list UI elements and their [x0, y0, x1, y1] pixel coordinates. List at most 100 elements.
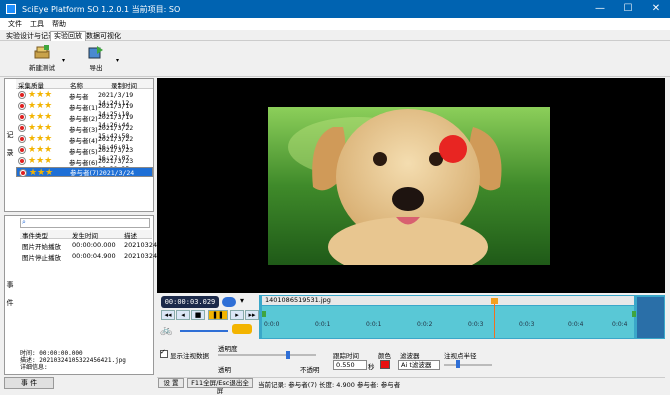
new-test-icon: [34, 45, 50, 59]
timeline-tick: 0:0:2: [417, 321, 433, 328]
follow-time-input[interactable]: 0.550: [333, 360, 367, 370]
quality-stars-icon: ★★★: [28, 90, 53, 100]
timeline-tick: 0:0:3: [519, 321, 535, 328]
current-record-status: 当前记录: 参与者(7) 长度: 4.900 参与者: 参与者: [258, 381, 401, 389]
gaze-radius-slider[interactable]: [444, 364, 492, 366]
window-title: SciEye Platform SO 1.2.0.1 当前项目: SO: [22, 5, 181, 14]
quality-stars-icon: ★★★: [28, 123, 53, 133]
step-forward-button[interactable]: ▸: [230, 310, 244, 320]
events-side-label-2: 件: [6, 299, 14, 307]
event-type: 图片停止播放: [22, 254, 61, 262]
opacity-slider[interactable]: [218, 354, 316, 356]
transparent-label: 透明: [218, 366, 231, 374]
record-row[interactable]: ★★★ 参与者(2) 2021/3/19 14:26:44: [16, 112, 153, 129]
stimulus-image: [268, 107, 550, 265]
menu-tools[interactable]: 工具: [30, 19, 44, 29]
speed-dropdown-icon[interactable]: ▾: [240, 296, 244, 305]
title-bar: SciEye Platform SO 1.2.0.1 当前项目: SO — ☐ …: [0, 0, 670, 18]
color-label: 颜色: [378, 352, 391, 360]
filter-label: 滤波器: [400, 352, 420, 360]
start-marker-icon[interactable]: [262, 311, 266, 317]
fullscreen-button[interactable]: F11全屏/Esc退出全屏: [187, 378, 253, 395]
tab-bar: 实验设计与记录 实验回放 数据可视化: [0, 30, 670, 41]
playhead[interactable]: [494, 300, 495, 338]
record-status-icon: [18, 113, 26, 121]
minimize-button[interactable]: —: [586, 2, 614, 16]
header-occur-time: 发生时间: [72, 232, 98, 240]
new-test-button[interactable]: 新建测试: [24, 45, 60, 75]
step-back-button[interactable]: ◂: [176, 310, 190, 320]
current-time-display: 00:00:03.029: [161, 296, 219, 308]
timeline-tick: 0:0:4: [612, 321, 628, 328]
record-row[interactable]: ★★★参与者(6)2021/3/23 16:38:35: [16, 156, 153, 173]
end-marker-icon[interactable]: [632, 311, 636, 317]
gaze-radius-label: 注视点半径: [444, 352, 477, 360]
close-button[interactable]: ✕: [642, 2, 670, 16]
quality-stars-icon: ★★★: [28, 145, 53, 155]
event-time: 00:00:04.900: [72, 252, 116, 260]
export-dropdown-icon[interactable]: ▾: [116, 57, 119, 64]
export-button[interactable]: 导出: [78, 45, 114, 75]
record-row[interactable]: ★★★ 参与者(1) 2021/3/19 14:25:10: [16, 101, 153, 118]
tab-data-visualization[interactable]: 数据可视化: [82, 31, 125, 41]
header-name: 名称: [70, 82, 83, 90]
export-label: 导出: [89, 64, 103, 72]
timeline-end-region: [637, 297, 664, 338]
quality-stars-icon: ★★★: [28, 112, 53, 122]
record-name: 参与者(6): [69, 159, 98, 167]
record-name: 参与者(2): [69, 115, 98, 123]
event-info-detail: 详细信息:: [20, 364, 48, 371]
quality-stars-icon: ★★★: [29, 168, 54, 178]
speed-slider[interactable]: [180, 330, 228, 332]
eye-toggle-icon[interactable]: [222, 297, 236, 307]
tab-playback[interactable]: 实验回放: [50, 31, 86, 41]
record-name: 参与者(5): [69, 148, 98, 156]
new-test-dropdown-icon[interactable]: ▾: [62, 57, 65, 64]
settings-button[interactable]: 设 置: [158, 378, 184, 388]
event-type: 图片开始播放: [22, 243, 61, 251]
opacity-label: 透明度: [218, 345, 238, 353]
record-row[interactable]: ★★★ 参与者(7) 2021/3/24 10:53:05: [16, 167, 153, 185]
events-bottom-tab[interactable]: 事 件: [4, 377, 54, 389]
event-row[interactable]: 图片停止播放 00:00:04.900 2021032415: [20, 251, 165, 262]
timeline-tick: 0:0:0: [264, 321, 280, 328]
record-name: 参与者: [69, 93, 89, 101]
event-search-input[interactable]: [20, 218, 150, 228]
maximize-button[interactable]: ☐: [614, 2, 642, 16]
menu-file[interactable]: 文件: [8, 19, 22, 29]
record-row[interactable]: ★★★ 参与者(3) 2021/3/22 15:42:50: [16, 123, 153, 140]
color-swatch[interactable]: [380, 360, 390, 369]
checkmark-icon: ✓: [160, 348, 166, 356]
record-name: 参与者(4): [69, 137, 98, 145]
fast-forward-button[interactable]: ▸▸: [245, 310, 259, 320]
record-status-icon: [18, 91, 26, 99]
filter-select[interactable]: Ai t滤波器: [398, 360, 440, 370]
record-row[interactable]: ★★★ 参与者(5) 2021/3/23 16:27:07: [16, 145, 153, 162]
app-icon: [6, 4, 16, 14]
record-status-icon: [18, 157, 26, 165]
event-time: 00:00:00.000: [72, 241, 116, 249]
quality-stars-icon: ★★★: [28, 156, 53, 166]
header-description: 描述: [124, 232, 137, 240]
follow-time-label: 跟踪时间: [333, 352, 359, 360]
opacity-slider-thumb[interactable]: [286, 351, 290, 359]
records-side-label-2: 录: [6, 149, 14, 157]
gaze-radius-thumb[interactable]: [456, 360, 460, 368]
record-row[interactable]: ★★★ 参与者 2021/3/19 14:24:12: [16, 90, 153, 107]
event-row[interactable]: 图片开始播放 00:00:00.000 2021032415: [20, 240, 165, 251]
rewind-button[interactable]: ◂◂: [161, 310, 175, 320]
new-test-label: 新建测试: [29, 64, 55, 72]
record-row[interactable]: ★★★ 参与者(4) 2021/3/22 16:46:01: [16, 134, 153, 151]
car-speed-icon: [232, 324, 252, 334]
pause-button[interactable]: ❚❚: [208, 310, 228, 320]
timeline-tick: 0:0:3: [468, 321, 484, 328]
menu-help[interactable]: 帮助: [52, 19, 66, 29]
record-name: 参与者(3): [69, 126, 98, 134]
show-gaze-label: 显示注视数据: [170, 352, 209, 360]
stop-button[interactable]: ■: [191, 310, 205, 320]
records-header: 采集质量 名称 录制时间: [16, 79, 153, 90]
record-status-icon: [18, 146, 26, 154]
record-status-icon: [18, 124, 26, 132]
playhead-handle-icon[interactable]: [491, 298, 498, 304]
events-side-label-1: 事: [6, 281, 14, 289]
